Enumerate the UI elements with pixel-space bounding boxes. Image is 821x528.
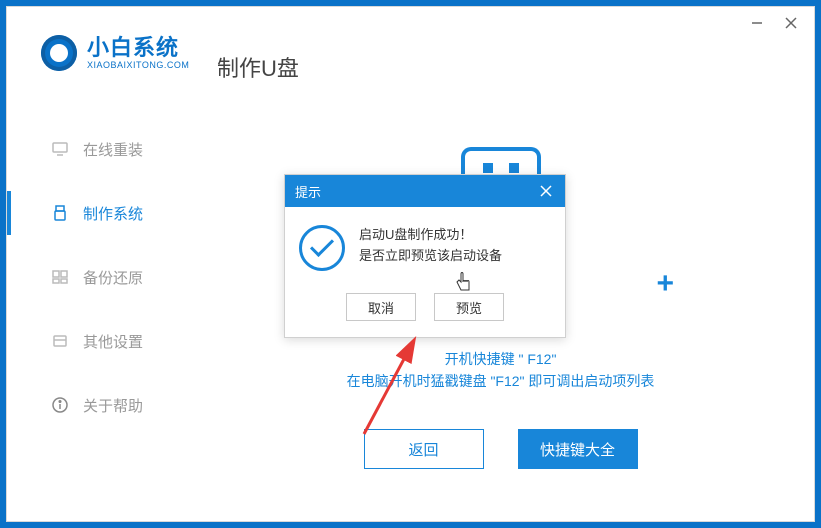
sidebar-item-backup[interactable]: 备份还原 — [7, 245, 197, 309]
sidebar-item-reinstall[interactable]: 在线重装 — [7, 117, 197, 181]
dialog-close-icon[interactable] — [537, 182, 555, 200]
sidebar-item-label: 制作系统 — [83, 203, 143, 224]
app-logo: 小白系统 XIAOBAIXITONG.COM — [41, 35, 189, 71]
hint-text-2: 在电脑开机时猛戳键盘 "F12" 即可调出启动项列表 — [217, 371, 784, 391]
sidebar-item-label: 其他设置 — [83, 331, 143, 352]
dialog-title: 提示 — [295, 182, 321, 201]
backup-icon — [51, 268, 69, 286]
cancel-button[interactable]: 取消 — [346, 293, 416, 321]
sidebar-item-about[interactable]: 关于帮助 — [7, 373, 197, 437]
brand-name: 小白系统 — [87, 37, 189, 59]
settings-icon — [51, 332, 69, 350]
brand-subtitle: XIAOBAIXITONG.COM — [87, 61, 189, 70]
minimize-icon[interactable] — [748, 14, 766, 32]
logo-icon — [41, 35, 77, 71]
sidebar-item-label: 关于帮助 — [83, 395, 143, 416]
prompt-dialog: 提示 启动U盘制作成功！ 是否立即预览该启动设备 取消 预览 — [284, 174, 566, 338]
success-check-icon — [299, 225, 345, 271]
title-bar — [748, 7, 814, 39]
bottom-buttons: 返回 快捷键大全 — [217, 429, 784, 469]
sidebar-item-label: 备份还原 — [83, 267, 143, 288]
plus-icon: + — [656, 267, 674, 301]
sidebar-item-other-settings[interactable]: 其他设置 — [7, 309, 197, 373]
preview-button[interactable]: 预览 — [434, 293, 504, 321]
sidebar: 在线重装 制作系统 备份还原 其他设置 关于帮助 — [7, 117, 197, 437]
page-title: 制作U盘 — [217, 51, 299, 83]
dialog-body: 启动U盘制作成功！ 是否立即预览该启动设备 — [285, 207, 565, 285]
monitor-icon — [51, 140, 69, 158]
dialog-footer: 取消 预览 — [285, 285, 565, 337]
hint-text-1: 开机快捷键 " F12" — [217, 349, 784, 369]
usb-icon — [51, 204, 69, 222]
dialog-header: 提示 — [285, 175, 565, 207]
sidebar-item-label: 在线重装 — [83, 139, 143, 160]
back-button[interactable]: 返回 — [364, 429, 484, 469]
info-icon — [51, 396, 69, 414]
sidebar-item-make-system[interactable]: 制作系统 — [7, 181, 197, 245]
close-icon[interactable] — [782, 14, 800, 32]
dialog-message-2: 是否立即预览该启动设备 — [359, 246, 502, 267]
dialog-message-1: 启动U盘制作成功！ — [359, 225, 502, 246]
shortcut-list-button[interactable]: 快捷键大全 — [518, 429, 638, 469]
